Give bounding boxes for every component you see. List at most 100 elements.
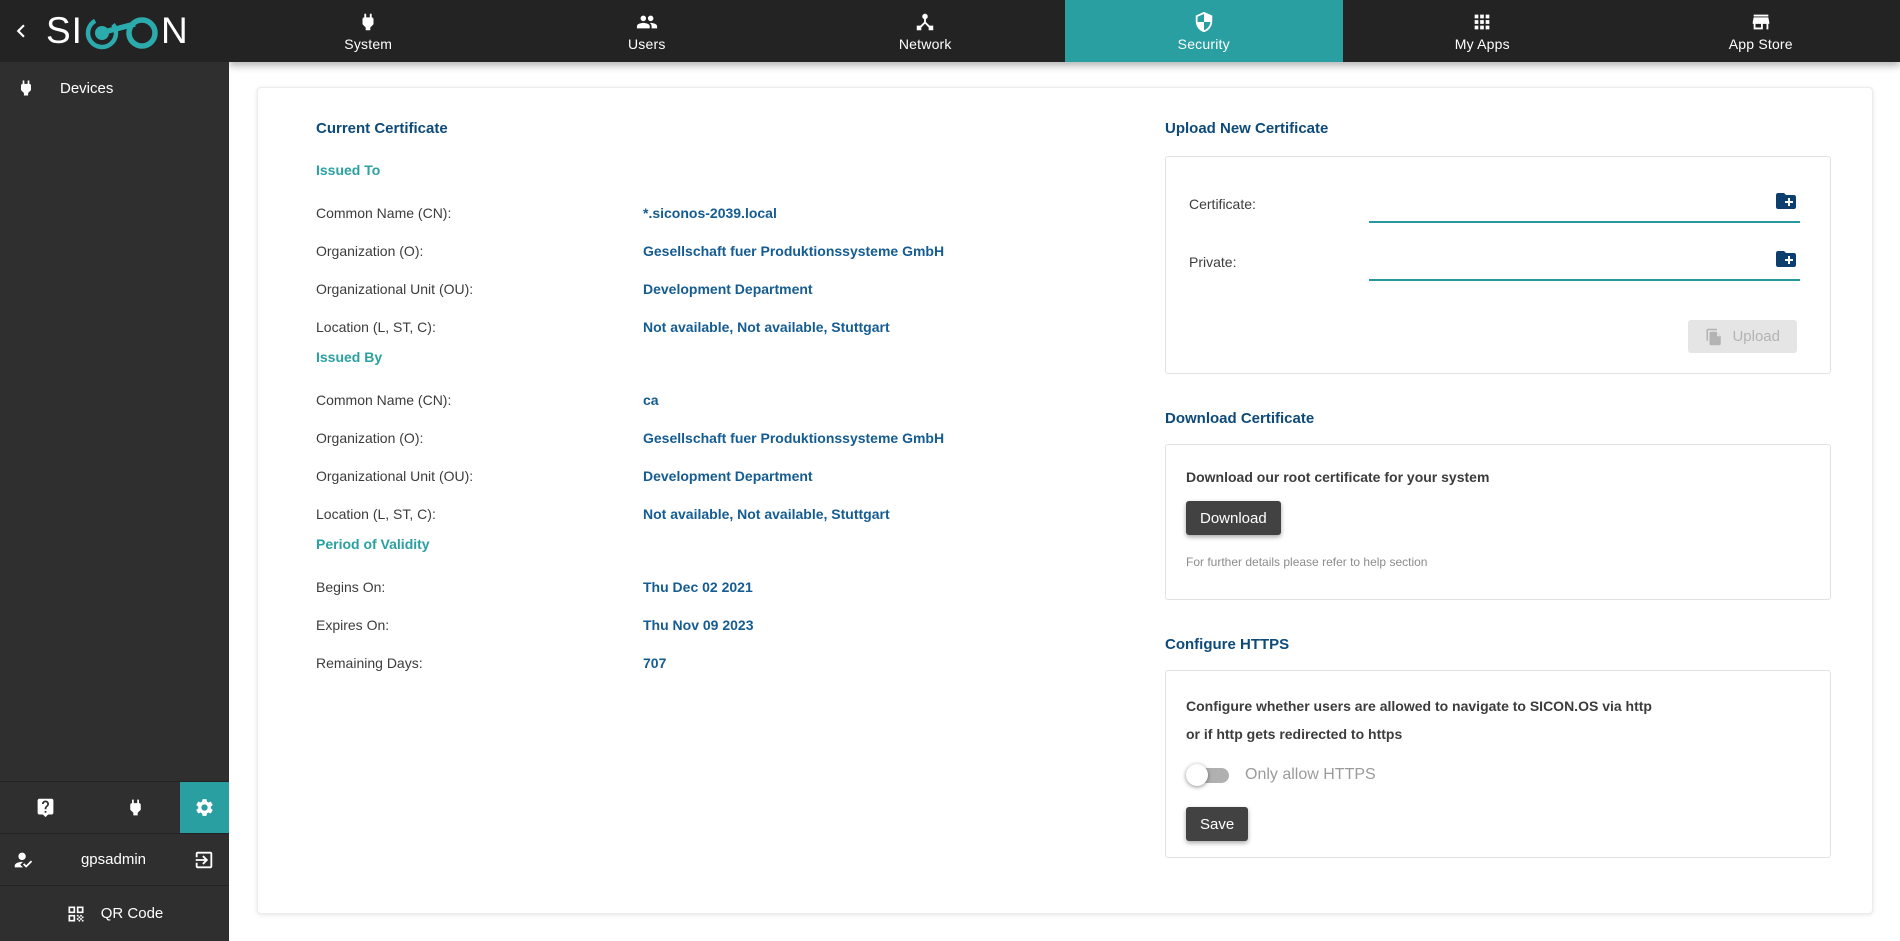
browse-certificate-button[interactable] [1774, 189, 1798, 213]
sidebar: SI N Devices gpsadmin QR Code [0, 0, 229, 941]
download-certificate-panel: Download our root certificate for your s… [1165, 444, 1831, 600]
private-key-label: Private: [1189, 254, 1237, 270]
save-button-label: Save [1200, 815, 1235, 833]
sidebar-item-devices[interactable]: Devices [0, 62, 229, 114]
cert-field-row: Location (L, ST, C): Not available, Not … [316, 506, 1096, 522]
collapse-sidebar-button[interactable] [0, 18, 42, 44]
field-value: Development Department [643, 468, 813, 484]
field-label: Expires On: [316, 617, 390, 633]
field-label: Remaining Days: [316, 655, 423, 671]
only-https-toggle-row: Only allow HTTPS [1186, 764, 1810, 786]
download-button[interactable]: Download [1186, 501, 1281, 535]
apps-grid-icon [1474, 14, 1490, 29]
download-help-note: For further details please refer to help… [1186, 555, 1428, 569]
logo-text-prefix: SI [46, 10, 83, 51]
field-label: Organization (O): [316, 430, 424, 446]
main-content: Current Certificate Issued To Common Nam… [229, 62, 1900, 941]
settings-button-active[interactable] [180, 782, 229, 833]
logo-link-icon [85, 16, 158, 50]
logout-icon [195, 851, 213, 868]
certificate-file-input[interactable] [1369, 183, 1766, 221]
tab-users[interactable]: Users [508, 0, 787, 62]
field-label: Common Name (CN): [316, 205, 452, 221]
cert-field-row: Expires On: Thu Nov 09 2023 [316, 617, 1096, 633]
sicon-logo: SI N [46, 8, 189, 54]
cert-field-row: Location (L, ST, C): Not available, Not … [316, 319, 1096, 335]
field-value: Gesellschaft fuer Produktionssysteme Gmb… [643, 430, 945, 446]
only-https-toggle-label: Only allow HTTPS [1245, 766, 1376, 783]
file-copy-icon [1706, 328, 1722, 345]
help-button[interactable] [0, 782, 90, 833]
help-icon [37, 798, 53, 818]
cert-field-row: Begins On: Thu Dec 02 2021 [316, 579, 1096, 595]
sidebar-header: SI N [0, 0, 229, 62]
qr-code-button[interactable]: QR Code [0, 885, 229, 941]
tab-label: Network [898, 35, 952, 52]
tab-app-store[interactable]: App Store [1622, 0, 1900, 62]
upload-section-title: Upload New Certificate [1165, 120, 1329, 137]
configure-https-panel: Configure whether users are allowed to n… [1165, 670, 1831, 858]
field-label: Organizational Unit (OU): [316, 281, 474, 297]
current-certificate-section: Current Certificate Issued To Common Nam… [316, 88, 1096, 671]
certificate-input-line [1369, 183, 1800, 223]
sidebar-item-label: Devices [60, 79, 114, 97]
tab-my-apps[interactable]: My Apps [1343, 0, 1622, 62]
cert-field-row: Organization (O): Gesellschaft fuer Prod… [316, 243, 1096, 259]
field-value: ca [643, 392, 659, 408]
tab-system[interactable]: System [229, 0, 508, 62]
tab-label: Users [627, 35, 666, 52]
plug-icon [21, 80, 31, 96]
cert-field-row: Organizational Unit (OU): Development De… [316, 281, 1096, 297]
qr-code-label: QR Code [100, 905, 164, 922]
user-check-icon [14, 852, 33, 868]
download-section-title: Download Certificate [1165, 410, 1315, 427]
folder-plus-icon [1776, 193, 1796, 209]
section-title: Current Certificate [316, 120, 448, 137]
field-value: Thu Dec 02 2021 [643, 579, 753, 595]
logged-in-username: gpsadmin [80, 851, 147, 868]
browse-private-key-button[interactable] [1774, 247, 1798, 271]
https-description-line1: Configure whether users are allowed to n… [1186, 698, 1652, 714]
field-value: Not available, Not available, Stuttgart [643, 506, 890, 522]
plug-icon [362, 13, 374, 30]
upload-certificate-panel: Certificate: Private: Upload [1165, 156, 1831, 374]
field-value: Thu Nov 09 2023 [643, 617, 754, 633]
field-label: Location (L, ST, C): [316, 506, 436, 522]
private-key-input-line [1369, 241, 1800, 281]
field-label: Location (L, ST, C): [316, 319, 436, 335]
logo-text-suffix: N [160, 10, 189, 51]
field-label: Begins On: [316, 579, 386, 595]
network-hub-icon [917, 13, 934, 30]
https-description: Configure whether users are allowed to n… [1186, 692, 1810, 748]
tab-label: System [344, 35, 393, 52]
issued-by-subheading: Issued By [316, 349, 383, 365]
right-column: Upload New Certificate Certificate: Priv… [1165, 88, 1831, 858]
toggle-knob [1186, 764, 1208, 786]
upload-button-disabled[interactable]: Upload [1688, 320, 1797, 353]
plug-icon [129, 799, 141, 816]
private-key-file-input[interactable] [1369, 241, 1766, 279]
chevron-left-icon [16, 24, 25, 38]
field-value: Gesellschaft fuer Produktionssysteme Gmb… [643, 243, 945, 259]
sidebar-user-row: gpsadmin [0, 833, 229, 885]
field-value: 707 [643, 655, 667, 671]
field-label: Organizational Unit (OU): [316, 468, 474, 484]
https-section-title: Configure HTTPS [1165, 636, 1290, 653]
issued-to-subheading: Issued To [316, 162, 381, 178]
tab-network[interactable]: Network [786, 0, 1065, 62]
folder-plus-icon [1776, 251, 1796, 267]
tab-label: My Apps [1454, 35, 1510, 52]
period-of-validity-subheading: Period of Validity [316, 536, 430, 552]
field-value: *.siconos-2039.local [643, 205, 777, 221]
tab-security-active[interactable]: Security [1064, 0, 1343, 62]
logout-button[interactable] [193, 849, 215, 871]
field-label: Common Name (CN): [316, 392, 452, 408]
only-https-toggle[interactable] [1186, 764, 1232, 786]
store-icon [1752, 14, 1769, 29]
devices-shortcut-button[interactable] [90, 782, 180, 833]
tab-label: App Store [1728, 35, 1793, 52]
cert-field-row: Common Name (CN): *.siconos-2039.local [316, 205, 1096, 221]
save-button[interactable]: Save [1186, 807, 1249, 841]
gear-icon [196, 799, 213, 816]
